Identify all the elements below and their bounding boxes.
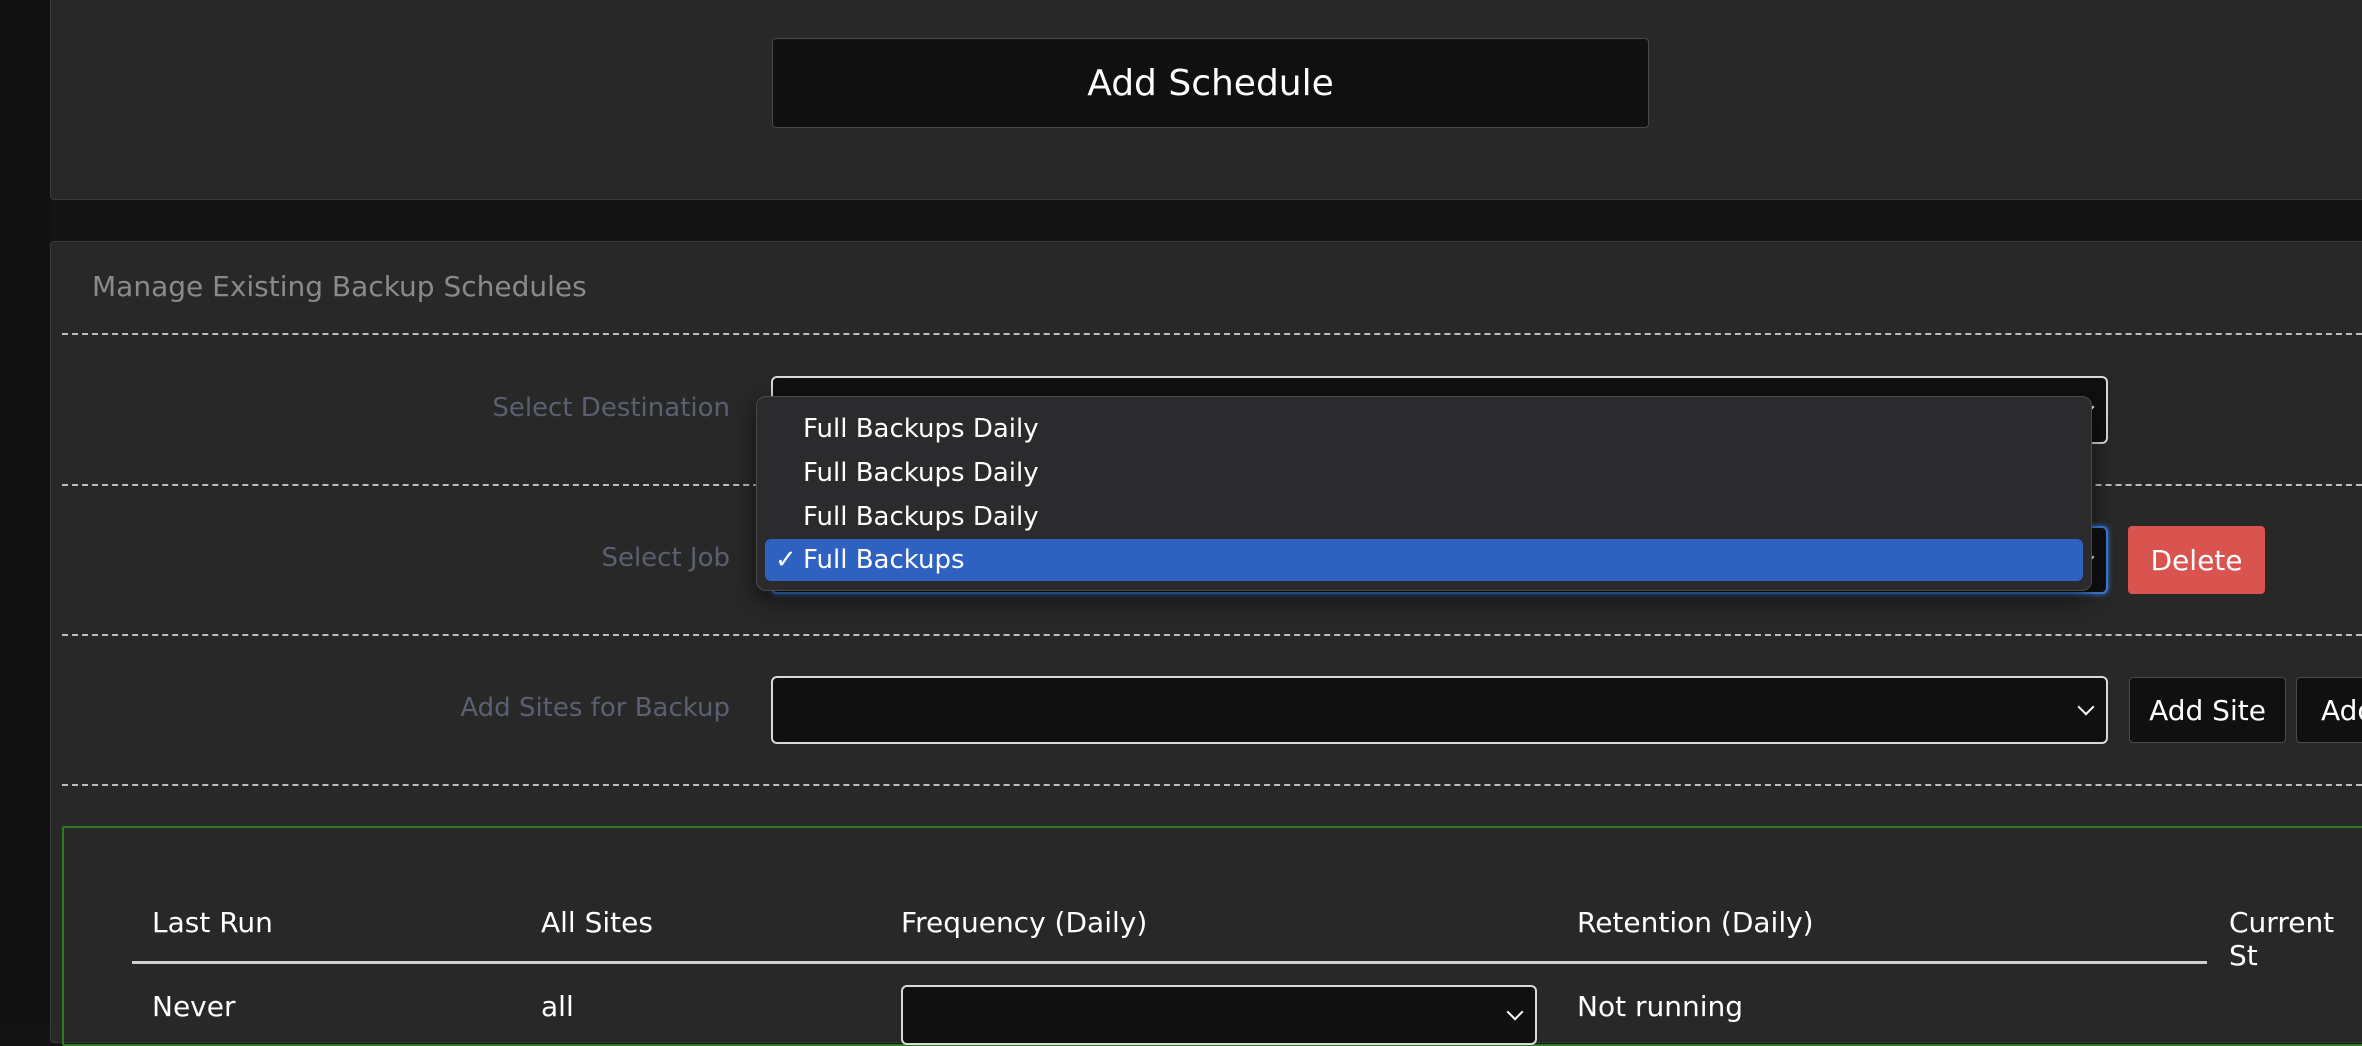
dropdown-option[interactable]: Full Backups Daily: [765, 496, 2083, 538]
table-header-rule: [132, 961, 2207, 964]
cell-status: Not running: [1577, 990, 1744, 1023]
header-current-status: Current St: [2229, 906, 2335, 972]
cell-all-sites: all: [541, 990, 574, 1023]
option-label: Full Backups: [803, 545, 965, 575]
header-frequency: Frequency (Daily): [901, 906, 1148, 939]
header-last-run: Last Run: [152, 906, 273, 939]
option-label: Full Backups Daily: [803, 502, 1039, 532]
add-schedule-button[interactable]: Add Schedule: [772, 38, 1649, 128]
header-all-sites: All Sites: [541, 906, 653, 939]
option-label: Full Backups Daily: [803, 458, 1039, 488]
add-all-button[interactable]: Add: [2296, 677, 2362, 743]
dropdown-option-selected[interactable]: ✓ Full Backups: [765, 539, 2083, 581]
checkmark-icon: ✓: [775, 545, 797, 575]
destination-label: Select Destination: [492, 393, 730, 423]
add-site-button[interactable]: Add Site: [2129, 677, 2286, 743]
divider: [62, 333, 2362, 335]
dropdown-option[interactable]: Full Backups Daily: [765, 408, 2083, 450]
panel-title: Manage Existing Backup Schedules: [92, 270, 587, 303]
job-label: Select Job: [601, 543, 730, 573]
chevron-down-icon: [1506, 1003, 1524, 1021]
left-strip: [0, 0, 50, 1024]
job-dropdown-menu: Full Backups Daily Full Backups Daily Fu…: [756, 396, 2092, 591]
divider: [62, 784, 2362, 786]
delete-button[interactable]: Delete: [2128, 526, 2265, 594]
frequency-select[interactable]: [901, 985, 1537, 1045]
dropdown-option[interactable]: Full Backups Daily: [765, 452, 2083, 494]
header-retention: Retention (Daily): [1577, 906, 1814, 939]
chevron-down-icon: [2077, 698, 2095, 716]
cell-last-run: Never: [152, 990, 236, 1023]
sites-label: Add Sites for Backup: [460, 693, 730, 723]
divider: [62, 634, 2362, 636]
option-label: Full Backups Daily: [803, 414, 1039, 444]
sites-select[interactable]: [771, 676, 2108, 744]
